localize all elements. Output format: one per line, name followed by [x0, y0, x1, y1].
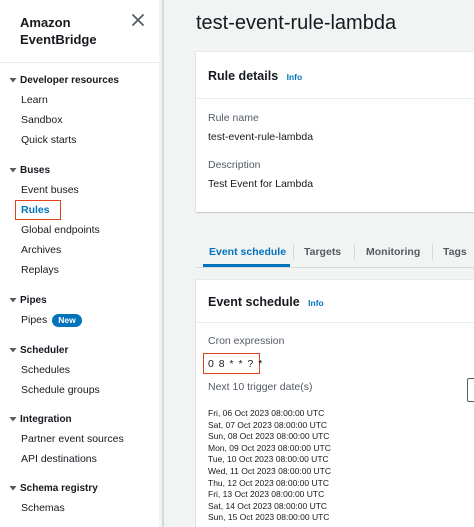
info-link[interactable]: Info	[287, 72, 303, 82]
sidebar-item-quick-starts[interactable]: Quick starts	[0, 130, 159, 150]
event-schedule-heading: Event schedule	[208, 295, 300, 309]
page-title: test-event-rule-lambda	[196, 12, 397, 34]
trigger-date: Thu, 12 Oct 2023 08:00:00 UTC	[208, 477, 329, 488]
new-badge: New	[52, 313, 82, 327]
trigger-date: Wed, 11 Oct 2023 08:00:00 UTC	[208, 465, 332, 476]
caret-down-icon	[9, 417, 17, 422]
section-title: Schema registry	[20, 482, 98, 494]
description-value: Test Event for Lambda	[208, 178, 314, 190]
trigger-date: Fri, 06 Oct 2023 08:00:00 UTC	[208, 408, 325, 418]
event-schedule-header: Event schedule Info	[208, 293, 324, 311]
sidebar-item-event-buses[interactable]: Event buses	[0, 180, 159, 200]
section-buses: Buses Event buses Rules Global endpoints…	[0, 160, 159, 280]
section-title: Buses	[20, 164, 51, 176]
cron-expression-value: 0 8 * * ? *	[208, 358, 264, 370]
active-tab-indicator	[203, 264, 290, 267]
sidebar-item-sandbox[interactable]: Sandbox	[0, 110, 159, 130]
tab-bar: Event schedule Targets Monitoring Tags	[196, 236, 474, 268]
card-divider	[196, 322, 474, 323]
sidebar-item-learn[interactable]: Learn	[0, 90, 159, 110]
caret-down-icon	[9, 348, 17, 353]
next-trigger-dates-label: Next 10 trigger date(s)	[208, 381, 313, 393]
rule-name-value: test-event-rule-lambda	[208, 131, 314, 143]
section-scheduler: Scheduler Schedules Schedule groups	[0, 340, 159, 400]
edit-button[interactable]	[467, 378, 474, 402]
trigger-date: Sun, 08 Oct 2023 08:00:00 UTC	[208, 431, 330, 442]
rule-details-card: Rule details Info Rule name test-event-r…	[196, 52, 474, 212]
section-title: Developer resources	[20, 74, 119, 86]
caret-down-icon	[9, 298, 17, 303]
info-link[interactable]: Info	[308, 298, 324, 308]
caret-down-icon	[9, 486, 17, 491]
sidebar-item-archives[interactable]: Archives	[0, 240, 159, 260]
section-title: Scheduler	[20, 344, 69, 356]
sidebar-item-schemas[interactable]: Schemas	[0, 498, 159, 518]
section-toggle-buses[interactable]: Buses	[0, 160, 159, 180]
section-toggle-integration[interactable]: Integration	[0, 409, 159, 429]
sidebar-item-global-endpoints[interactable]: Global endpoints	[0, 220, 159, 240]
description-label: Description	[208, 159, 261, 171]
trigger-date: Sat, 14 Oct 2023 08:00:00 UTC	[208, 500, 328, 511]
trigger-date: Fri, 13 Oct 2023 08:00:00 UTC	[208, 489, 325, 500]
tab-event-schedule[interactable]: Event schedule	[209, 236, 286, 267]
trigger-dates-list: Fri, 06 Oct 2023 08:00:00 UTC Sat, 07 Oc…	[208, 408, 331, 524]
section-schema-registry: Schema registry Schemas	[0, 478, 159, 518]
section-developer-resources: Developer resources Learn Sandbox Quick …	[0, 70, 159, 150]
trigger-date: Sat, 07 Oct 2023 08:00:00 UTC	[208, 419, 328, 430]
section-toggle-schema-registry[interactable]: Schema registry	[0, 478, 159, 498]
section-integration: Integration Partner event sources API de…	[0, 409, 159, 469]
card-divider	[196, 98, 474, 99]
tab-separator	[354, 244, 355, 260]
sidebar-item-label: Pipes	[21, 314, 48, 326]
rule-details-heading: Rule details	[208, 69, 279, 83]
trigger-date: Sun, 15 Oct 2023 08:00:00 UTC	[208, 512, 330, 523]
sidebar: Amazon EventBridge Developer resources L…	[0, 0, 159, 527]
tab-separator	[293, 244, 294, 260]
sidebar-item-rules[interactable]: Rules	[0, 200, 159, 220]
caret-down-icon	[9, 78, 17, 83]
sidebar-item-schedules[interactable]: Schedules	[0, 360, 159, 380]
sidebar-divider	[0, 62, 159, 63]
sidebar-item-pipes[interactable]: Pipes New	[0, 310, 159, 330]
brand-title: Amazon EventBridge	[20, 15, 97, 47]
rule-name-label: Rule name	[208, 112, 259, 124]
caret-down-icon	[9, 168, 17, 173]
sidebar-item-api-destinations[interactable]: API destinations	[0, 449, 159, 469]
cron-expression-label: Cron expression	[208, 335, 285, 347]
section-title: Pipes	[20, 294, 47, 306]
close-icon[interactable]	[130, 12, 146, 28]
sidebar-item-schedule-groups[interactable]: Schedule groups	[0, 380, 159, 400]
section-title: Integration	[20, 413, 72, 425]
tab-targets[interactable]: Targets	[304, 236, 341, 267]
section-pipes: Pipes Pipes New	[0, 290, 159, 330]
rule-details-header: Rule details Info	[208, 67, 302, 85]
trigger-date: Tue, 10 Oct 2023 08:00:00 UTC	[208, 454, 329, 465]
section-toggle-developer-resources[interactable]: Developer resources	[0, 70, 159, 90]
section-toggle-scheduler[interactable]: Scheduler	[0, 340, 159, 360]
tab-monitoring[interactable]: Monitoring	[366, 236, 420, 267]
sidebar-item-replays[interactable]: Replays	[0, 260, 159, 280]
tab-tags[interactable]: Tags	[443, 236, 467, 267]
sidebar-scrollbar[interactable]	[159, 0, 167, 527]
trigger-date: Mon, 09 Oct 2023 08:00:00 UTC	[208, 442, 331, 453]
section-toggle-pipes[interactable]: Pipes	[0, 290, 159, 310]
tab-separator	[432, 244, 433, 260]
sidebar-item-partner-event-sources[interactable]: Partner event sources	[0, 429, 159, 449]
